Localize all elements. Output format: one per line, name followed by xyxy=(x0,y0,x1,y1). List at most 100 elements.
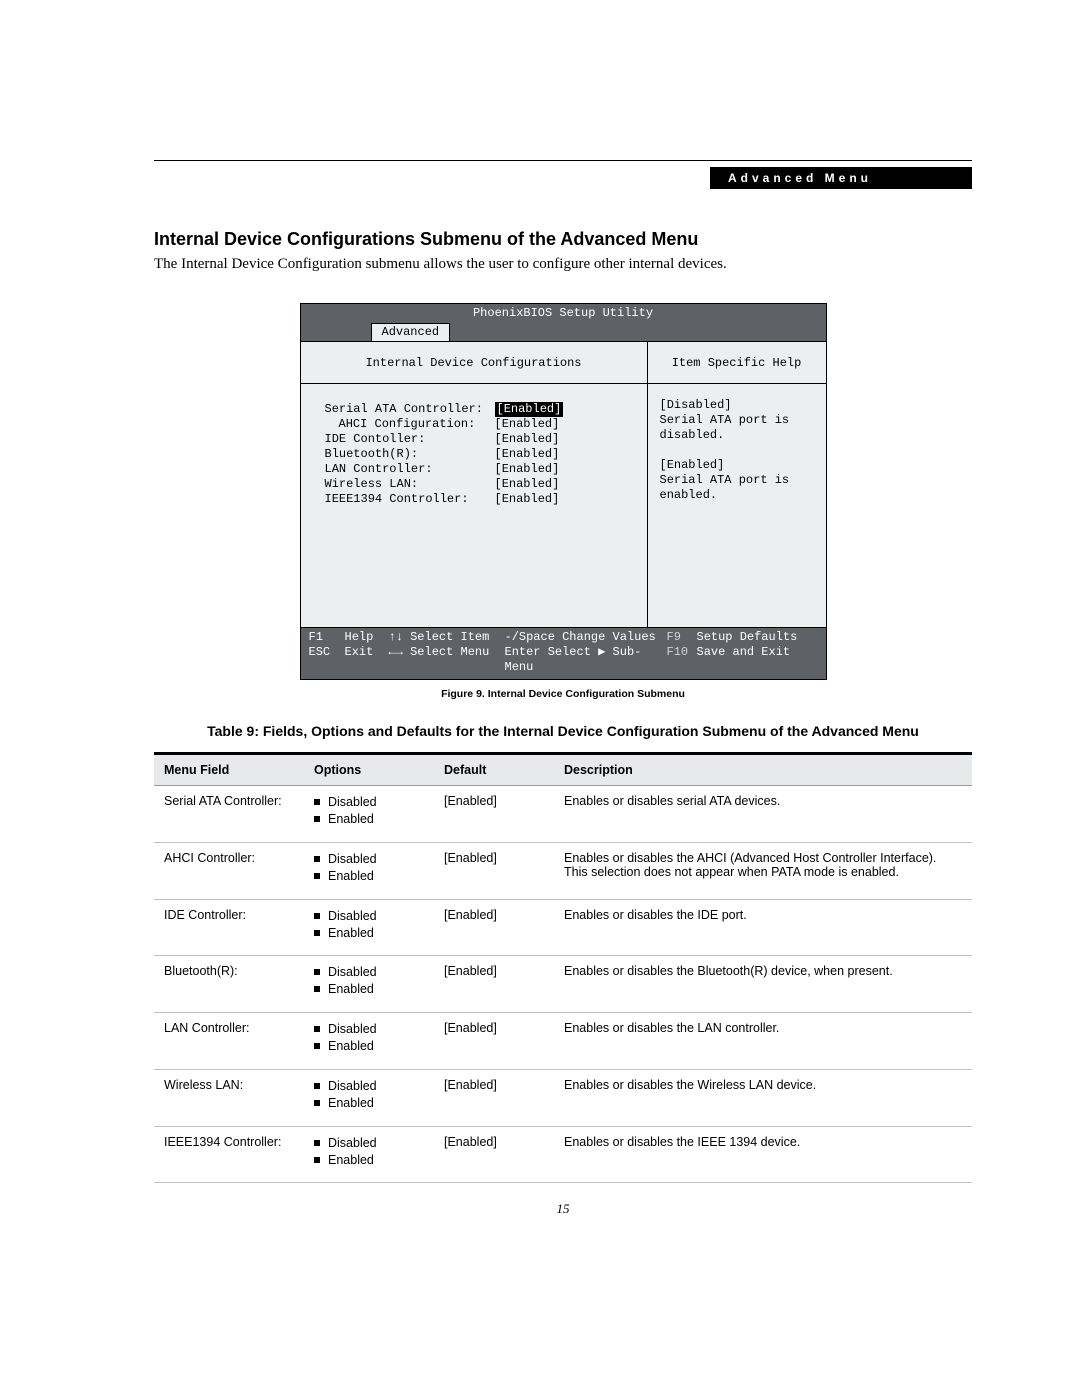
bios-setting-row: AHCI Configuration:[Enabled] xyxy=(325,417,631,432)
bios-key-f10: F10 xyxy=(667,645,697,675)
th-description: Description xyxy=(554,754,972,786)
figure-caption: Figure 9. Internal Device Configuration … xyxy=(154,688,972,700)
bios-save-exit: Save and Exit xyxy=(697,645,791,675)
bios-setting-value: [Enabled] xyxy=(495,417,560,432)
cell-description: Enables or disables the LAN controller. xyxy=(554,1013,972,1070)
bios-left-title: Internal Device Configurations xyxy=(301,342,647,384)
table-row: IEEE1394 Controller:DisabledEnabled[Enab… xyxy=(154,1126,972,1183)
cell-menu-field: Serial ATA Controller: xyxy=(154,786,304,843)
option-item: Enabled xyxy=(314,1152,424,1169)
table-row: IDE Controller:DisabledEnabled[Enabled]E… xyxy=(154,899,972,956)
cell-options: DisabledEnabled xyxy=(304,899,434,956)
cell-menu-field: IDE Controller: xyxy=(154,899,304,956)
cell-description: Enables or disables the AHCI (Advanced H… xyxy=(554,842,972,899)
bios-setting-value: [Enabled] xyxy=(495,492,560,507)
bios-label-exit: Exit xyxy=(345,645,389,675)
cell-default: [Enabled] xyxy=(434,842,554,899)
table-row: AHCI Controller:DisabledEnabled[Enabled]… xyxy=(154,842,972,899)
bios-select-item: ↑↓ Select Item xyxy=(389,630,505,645)
bios-key-f9: F9 xyxy=(667,630,697,645)
table-row: Serial ATA Controller:DisabledEnabled[En… xyxy=(154,786,972,843)
section-title: Internal Device Configurations Submenu o… xyxy=(154,229,972,250)
bios-select-menu: ←→ Select Menu xyxy=(389,645,505,675)
bios-setting-row: Wireless LAN:[Enabled] xyxy=(325,477,631,492)
cell-description: Enables or disables the Bluetooth(R) dev… xyxy=(554,956,972,1013)
bios-setting-row: Serial ATA Controller:[Enabled] xyxy=(325,402,631,417)
table-row: Wireless LAN:DisabledEnabled[Enabled]Ena… xyxy=(154,1069,972,1126)
intro-text: The Internal Device Configuration submen… xyxy=(154,256,972,273)
bios-setting-label: LAN Controller: xyxy=(325,462,495,477)
header-chip: Advanced Menu xyxy=(710,167,972,189)
bios-tab-advanced: Advanced xyxy=(371,323,451,341)
cell-default: [Enabled] xyxy=(434,899,554,956)
bios-setting-label: AHCI Configuration: xyxy=(325,417,495,432)
bios-setting-label: IEEE1394 Controller: xyxy=(325,492,495,507)
cell-default: [Enabled] xyxy=(434,1069,554,1126)
bios-utility-title: PhoenixBIOS Setup Utility xyxy=(301,304,826,323)
cell-options: DisabledEnabled xyxy=(304,842,434,899)
spec-table: Menu Field Options Default Description S… xyxy=(154,752,972,1183)
cell-menu-field: AHCI Controller: xyxy=(154,842,304,899)
table-row: Bluetooth(R): DisabledEnabled [Enabled]Ena… xyxy=(154,956,972,1013)
option-item: Disabled xyxy=(314,908,424,925)
option-item: Disabled xyxy=(314,964,424,981)
bios-screenshot: PhoenixBIOS Setup Utility Advanced Inter… xyxy=(300,303,827,680)
bios-label-help: Help xyxy=(345,630,389,645)
th-menu-field: Menu Field xyxy=(154,754,304,786)
bios-setting-label: Wireless LAN: xyxy=(325,477,495,492)
bios-setting-row: LAN Controller:[Enabled] xyxy=(325,462,631,477)
cell-description: Enables or disables the IDE port. xyxy=(554,899,972,956)
cell-menu-field: IEEE1394 Controller: xyxy=(154,1126,304,1183)
option-item: Enabled xyxy=(314,1095,424,1112)
page-number: 15 xyxy=(154,1201,972,1217)
th-options: Options xyxy=(304,754,434,786)
cell-description: Enables or disables the Wireless LAN dev… xyxy=(554,1069,972,1126)
table-row: LAN Controller:DisabledEnabled[Enabled]E… xyxy=(154,1013,972,1070)
bios-setting-label: IDE Contoller: xyxy=(325,432,495,447)
bios-setting-value: [Enabled] xyxy=(495,477,560,492)
option-item: Enabled xyxy=(314,868,424,885)
bios-setup-defaults: Setup Defaults xyxy=(697,630,798,645)
cell-options: DisabledEnabled xyxy=(304,1069,434,1126)
cell-default: [Enabled] xyxy=(434,786,554,843)
bios-change-values: -/Space Change Values xyxy=(505,630,667,645)
cell-description: Enables or disables the IEEE 1394 device… xyxy=(554,1126,972,1183)
cell-options: DisabledEnabled xyxy=(304,1013,434,1070)
cell-menu-field: Bluetooth(R): xyxy=(154,956,304,1013)
cell-description: Enables or disables serial ATA devices. xyxy=(554,786,972,843)
option-item: Enabled xyxy=(314,811,424,828)
bios-setting-label: Bluetooth(R): xyxy=(325,447,495,462)
table-title: Table 9: Fields, Options and Defaults fo… xyxy=(154,722,972,740)
bios-setting-label: Serial ATA Controller: xyxy=(325,402,495,417)
bios-key-f1: F1 xyxy=(309,630,345,645)
option-item: Disabled xyxy=(314,1021,424,1038)
cell-default: [Enabled] xyxy=(434,1126,554,1183)
top-rule xyxy=(154,160,972,161)
bios-key-esc: ESC xyxy=(309,645,345,675)
cell-default: [Enabled] xyxy=(434,1013,554,1070)
option-item: Enabled xyxy=(314,1038,424,1055)
cell-options: DisabledEnabled xyxy=(304,1126,434,1183)
bios-right-title: Item Specific Help xyxy=(648,342,826,384)
bios-setting-row: IDE Contoller:[Enabled] xyxy=(325,432,631,447)
bios-setting-value: [Enabled] xyxy=(495,462,560,477)
option-item: Disabled xyxy=(314,851,424,868)
bios-select-submenu: Enter Select ▶ Sub-Menu xyxy=(505,645,667,675)
bios-help-text: [Disabled] Serial ATA port is disabled. … xyxy=(648,384,826,533)
bios-setting-value: [Enabled] xyxy=(495,402,564,417)
bios-setting-value: [Enabled] xyxy=(495,432,560,447)
cell-menu-field: LAN Controller: xyxy=(154,1013,304,1070)
cell-options: DisabledEnabled xyxy=(304,786,434,843)
option-item: Disabled xyxy=(314,1135,424,1152)
bios-setting-row: IEEE1394 Controller:[Enabled] xyxy=(325,492,631,507)
bios-setting-row: Bluetooth(R):[Enabled] xyxy=(325,447,631,462)
option-item: Enabled xyxy=(314,981,424,998)
th-default: Default xyxy=(434,754,554,786)
bios-setting-value: [Enabled] xyxy=(495,447,560,462)
cell-default: [Enabled] xyxy=(434,956,554,1013)
option-item: Disabled xyxy=(314,1078,424,1095)
option-item: Enabled xyxy=(314,925,424,942)
option-item: Disabled xyxy=(314,794,424,811)
cell-menu-field: Wireless LAN: xyxy=(154,1069,304,1126)
bios-footer: F1 Help ↑↓ Select Item -/Space Change Va… xyxy=(301,627,826,679)
